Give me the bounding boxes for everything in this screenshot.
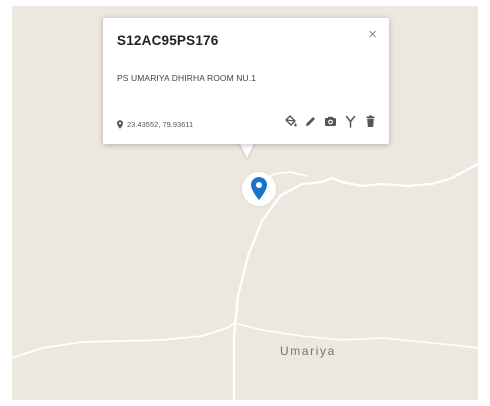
pencil-icon[interactable] xyxy=(304,115,317,128)
paint-bucket-icon[interactable] xyxy=(284,115,297,128)
popup-description: PS UMARIYA DHIRHA ROOM NU.1 xyxy=(117,73,257,83)
popup-actions xyxy=(284,115,377,128)
trash-icon[interactable] xyxy=(364,115,377,128)
close-button[interactable]: × xyxy=(368,27,377,42)
camera-icon[interactable] xyxy=(324,115,337,128)
location-marker[interactable] xyxy=(242,172,276,206)
fork-icon[interactable] xyxy=(344,115,357,128)
place-label-umariya: Umariya xyxy=(280,344,336,358)
app-frame: Umariya S12AC95PS176 × PS UMARIYA DHIRHA… xyxy=(0,0,490,406)
map-pin-icon xyxy=(251,177,267,200)
popup-coordinates: 23.43552, 79.93611 xyxy=(117,120,193,129)
info-popup: S12AC95PS176 × PS UMARIYA DHIRHA ROOM NU… xyxy=(103,18,389,144)
popup-title: S12AC95PS176 xyxy=(117,33,219,48)
coordinates-text: 23.43552, 79.93611 xyxy=(127,120,194,129)
map-pin-small-icon xyxy=(117,120,123,129)
